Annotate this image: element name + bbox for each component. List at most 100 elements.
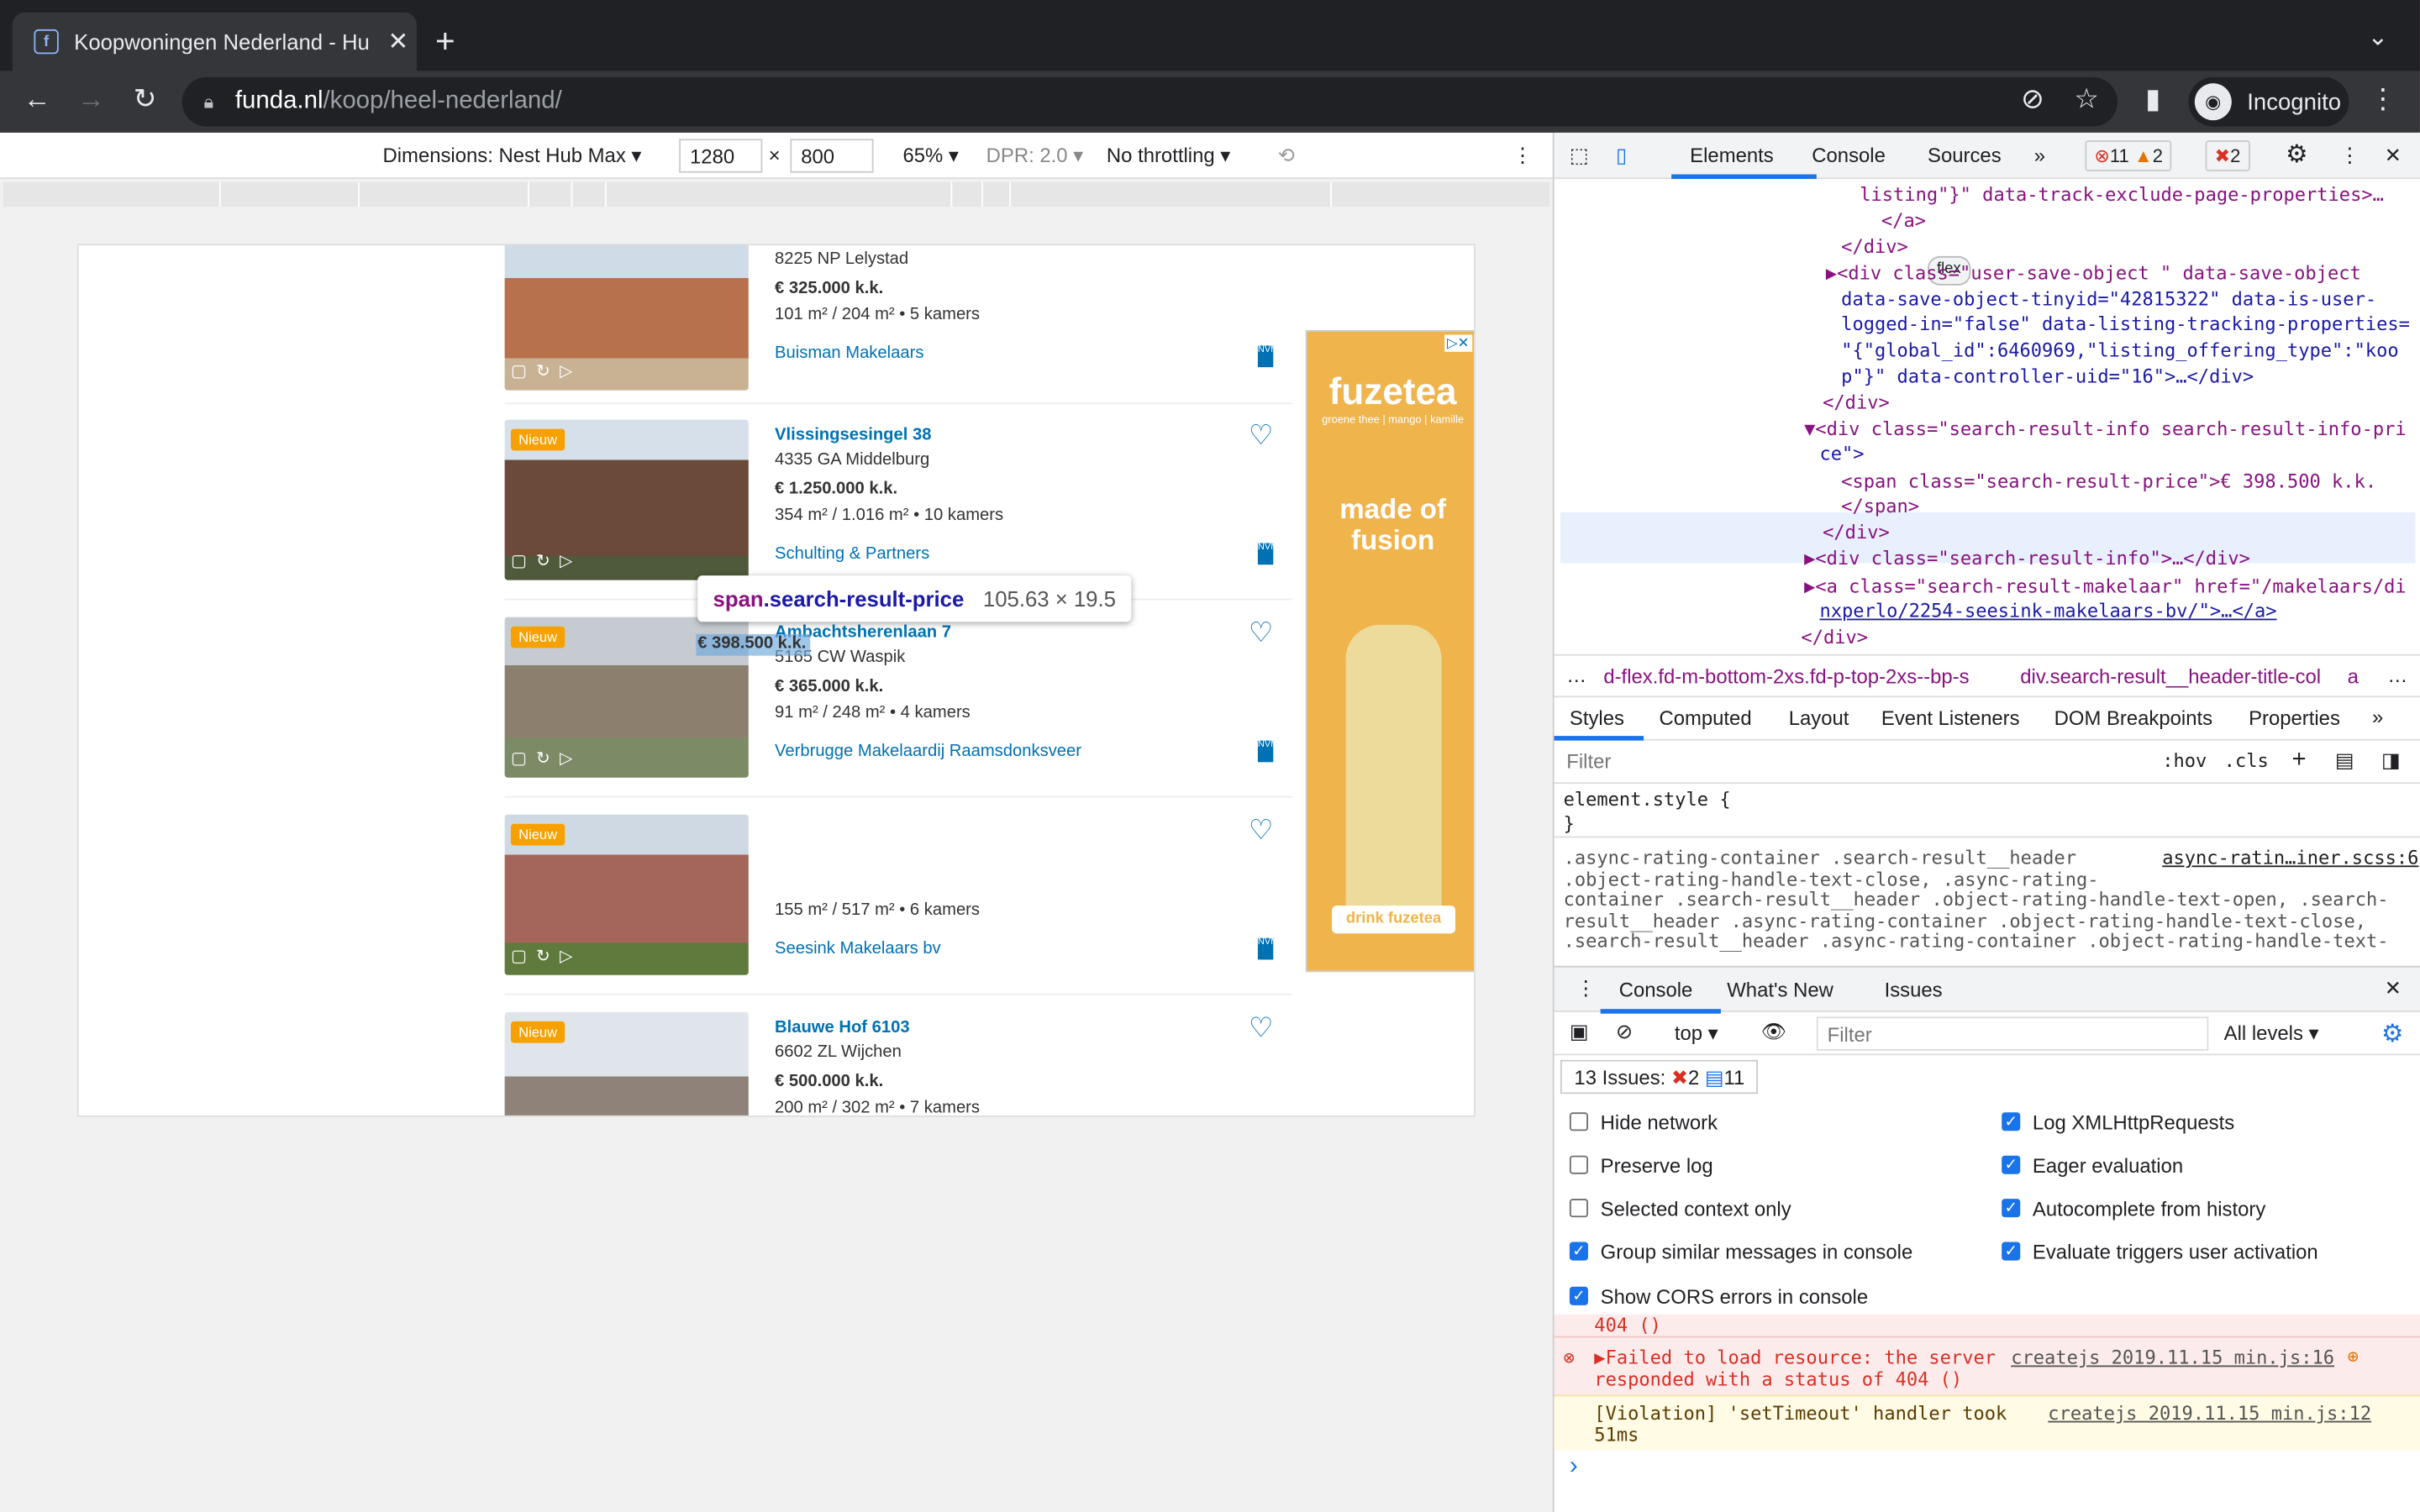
listing-makelaar-link[interactable]: Verbrugge Makelaardij Raamsdonksveer (775, 742, 1081, 760)
tab-styles[interactable]: Styles (1570, 706, 1624, 730)
device-height-input[interactable]: 800 (790, 139, 874, 173)
log-levels-select[interactable]: All levels ▾ (2224, 1021, 2319, 1046)
listing-address-link[interactable]: Vlissingsesingel 38 (775, 426, 931, 444)
dom-line[interactable]: </div> (1841, 234, 1908, 260)
autocomplete-checkbox[interactable]: ✓ (2002, 1199, 2021, 1218)
console-filter-input[interactable]: Filter (1816, 1016, 2209, 1051)
dom-line[interactable]: </div> (1823, 391, 1890, 417)
selected-context-checkbox[interactable] (1569, 1199, 1588, 1218)
bookmark-star-icon[interactable]: ☆ (2068, 83, 2105, 116)
browser-tab[interactable]: f Koopwoningen Nederland - Hu ✕ (12, 12, 417, 71)
breadcrumb-more-icon[interactable]: … (1566, 664, 1586, 687)
more-tabs-icon[interactable]: » (2034, 144, 2045, 167)
issues-counter[interactable]: ✖2 (2205, 140, 2250, 171)
fuzetea-advertisement[interactable]: ▷✕ fuzetea groene thee | mango | kamille… (1305, 330, 1475, 973)
tab-elements[interactable]: Elements (1690, 144, 1774, 167)
favorite-heart-icon[interactable]: ♡ (1249, 617, 1274, 650)
close-drawer-icon[interactable]: ✕ (2385, 977, 2402, 1001)
listing-makelaar-link[interactable]: Buisman Makelaars (775, 344, 923, 363)
listing-card[interactable]: Nieuw ▢↻▷ Vlissingsesingel 38 4335 GA Mid… (504, 419, 1292, 590)
new-tab-icon[interactable]: + (435, 22, 455, 62)
evaluate-triggers-checkbox[interactable]: ✓ (2002, 1242, 2021, 1261)
dom-line[interactable]: p"}" data-controller-uid="16">…</div> (1841, 364, 2254, 390)
listing-card[interactable]: Nieuw ▢↻▷ 155 m² / 517 m² • 6 kamers Sees… (504, 814, 1292, 984)
tab-dom-breakpoints[interactable]: DOM Breakpoints (2054, 706, 2212, 730)
listing-photo[interactable]: Nieuw ▢↻▷ (504, 814, 749, 975)
live-expression-eye-icon[interactable]: 👁︎ (1761, 1020, 1786, 1044)
settings-gear-icon[interactable]: ⚙ (2286, 139, 2307, 170)
pause-icon[interactable]: ⊕ (2348, 1346, 2359, 1368)
breadcrumb-more-right-icon[interactable]: … (2387, 664, 2407, 687)
dom-line[interactable]: ▶<div class="user-save-object " data-sav… (1826, 260, 2361, 286)
cls-toggle[interactable]: .cls (2224, 750, 2269, 772)
console-error-message[interactable]: ⊗ ▶Failed to load resource: the server r… (1554, 1336, 2420, 1395)
drawer-tab-whats-new[interactable]: What's New (1727, 978, 1833, 1001)
dom-line[interactable]: nxperlo/2254-seesink-makelaars-bv/">…</a… (1819, 599, 2276, 625)
listing-photo[interactable]: Nieuw ▢↻▷ (504, 419, 749, 580)
forward-icon[interactable]: → (72, 83, 109, 116)
add-rule-icon[interactable]: + (2291, 747, 2306, 774)
breadcrumb-item[interactable]: d-flex.fd-m-bottom-2xs.fd-p-top-2xs--bp-… (1603, 665, 1969, 689)
dom-line[interactable]: ▶<a class="search-result-makelaar" href=… (1804, 574, 2407, 600)
listing-makelaar-link[interactable]: Schulting & Partners (775, 544, 929, 563)
dom-line[interactable]: </div> (1801, 625, 1868, 651)
dom-line[interactable]: </span> (1841, 494, 1919, 520)
dom-line[interactable]: </div> (1823, 520, 1890, 546)
listing-photo[interactable]: ▢↻▷ (504, 245, 749, 391)
breadcrumb-item[interactable]: div.search-result__header-title-col (2020, 665, 2321, 689)
issues-button[interactable]: 13 Issues: ✖2 ▤11 (1560, 1059, 1759, 1095)
rule-source-link[interactable]: async-ratin…iner.scss:6 (2162, 848, 2418, 869)
ad-cta-button[interactable]: drink fuzetea (1332, 906, 1456, 934)
console-settings-gear-icon[interactable]: ⚙ (2381, 1018, 2403, 1049)
drawer-tab-console[interactable]: Console (1619, 978, 1693, 1001)
tab-computed[interactable]: Computed (1659, 706, 1751, 730)
favorite-heart-icon[interactable]: ♡ (1249, 420, 1274, 453)
eye-slash-icon[interactable]: ⊘ (2014, 83, 2051, 116)
listing-makelaar-link[interactable]: Seesink Makelaars bv (775, 940, 941, 958)
listing-address-link[interactable]: Blauwe Hof 6103 (775, 1018, 910, 1037)
clear-console-icon[interactable]: ⊘ (1616, 1020, 1633, 1044)
drawer-menu-icon[interactable]: ⋮ (1576, 977, 1596, 1001)
dom-line[interactable]: ce"> (1819, 441, 1864, 467)
favorite-heart-icon[interactable]: ♡ (1249, 815, 1274, 848)
back-icon[interactable]: ← (18, 83, 55, 116)
dom-line-selected[interactable]: <span class="search-result-price">€ 398.… (1841, 469, 2376, 495)
cors-errors-checkbox[interactable]: ✓ (1569, 1286, 1588, 1305)
tab-sources[interactable]: Sources (1928, 144, 2002, 167)
tab-properties[interactable]: Properties (2249, 706, 2340, 730)
close-tab-icon[interactable]: ✕ (380, 26, 417, 57)
device-toggle-icon[interactable]: ▯ (1616, 144, 1627, 168)
incognito-badge[interactable]: ◉ Incognito (2188, 76, 2349, 127)
breadcrumb-item[interactable]: a (2348, 665, 2359, 689)
console-warning-message[interactable]: [Violation] 'setTimeout' handler took 51… (1554, 1394, 2420, 1451)
rotate-icon[interactable]: ⟲ (1278, 144, 1295, 168)
dom-line[interactable]: listing"}" data-track-exclude-page-prope… (1860, 182, 2384, 208)
dom-line[interactable]: ▼<div class="search-result-info search-r… (1804, 417, 2407, 443)
reload-icon[interactable]: ↻ (127, 83, 164, 116)
side-panel-icon[interactable]: ▮ (2134, 83, 2171, 116)
drawer-tab-issues[interactable]: Issues (1885, 978, 1943, 1001)
preserve-log-checkbox[interactable] (1569, 1155, 1588, 1174)
zoom-select[interactable]: 65% ▾ (902, 144, 958, 168)
dom-line[interactable]: logged-in="false" data-listing-tracking-… (1841, 312, 2410, 338)
context-select[interactable]: top ▾ (1675, 1021, 1718, 1046)
dom-line[interactable]: "{"global_id":6460969,"listing_offering_… (1841, 338, 2398, 364)
tab-search-chevron-icon[interactable]: ⌄ (2367, 22, 2388, 53)
tab-layout[interactable]: Layout (1789, 706, 1849, 730)
listing-card[interactable]: ▢↻▷ 8225 NP Lelystad € 325.000 k.k. 101 … (504, 245, 1292, 400)
elements-tree[interactable]: listing"}" data-track-exclude-page-prope… (1555, 179, 2420, 654)
tab-console[interactable]: Console (1812, 144, 1886, 167)
console-prompt[interactable]: › (1570, 1453, 1578, 1481)
dom-line[interactable]: ▶<div class="search-result-info">…</div> (1804, 546, 2250, 572)
address-bar[interactable]: 🔒︎ funda.nl/koop/heel-nederland/ (182, 76, 2118, 127)
dpr-select[interactable]: DPR: 2.0 ▾ (986, 144, 1084, 168)
styles-rules[interactable]: element.style { } async-ratin…iner.scss:… (1554, 784, 2420, 966)
close-devtools-icon[interactable]: ✕ (2385, 144, 2402, 168)
device-width-input[interactable]: 1280 (679, 139, 763, 173)
tab-event-listeners[interactable]: Event Listeners (1881, 706, 2020, 730)
dom-line[interactable]: data-save-object-tinyid="42815322" data-… (1841, 287, 2376, 313)
listing-card[interactable]: Nieuw ▢↻▷ Ambachtsherenlaan 7 5165 CW Was… (504, 617, 1292, 787)
favorite-heart-icon[interactable]: ♡ (1249, 1012, 1274, 1045)
devtools-menu-icon[interactable]: ⋮ (2339, 144, 2360, 168)
listing-card[interactable]: Nieuw Blauwe Hof 6103 6602 ZL Wijchen € … (504, 1011, 1292, 1116)
